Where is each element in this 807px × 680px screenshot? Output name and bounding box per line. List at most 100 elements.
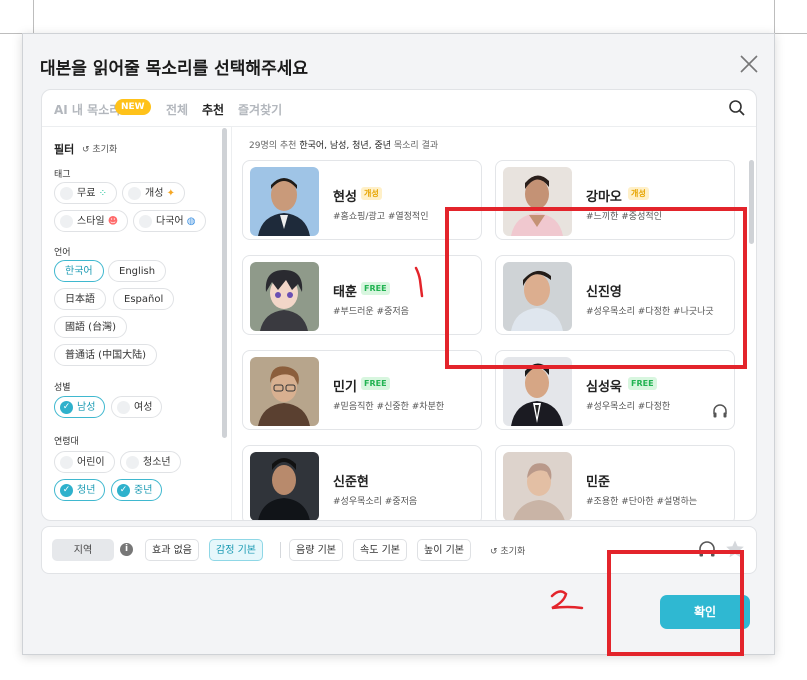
tab-all[interactable]: 전체: [166, 101, 188, 118]
chip-label: 다국어: [156, 216, 184, 227]
tab-bar: AI 내 목소리 NEW 전체 추천 즐겨찾기: [42, 90, 756, 127]
results-summary: 29명의 추천 한국어, 남성, 청년, 중년 목소리 결과: [249, 138, 438, 151]
pitch-button[interactable]: 높이 기본: [417, 539, 471, 561]
voice-name: 심성욱: [586, 380, 622, 395]
voice-name: 현성: [333, 190, 357, 205]
chip-lang-korean[interactable]: 한국어: [54, 260, 104, 282]
results-count: 29명의 추천: [249, 141, 297, 151]
gender-label: 성별: [54, 383, 71, 393]
voice-name: 태훈: [333, 285, 357, 300]
doc-margin-line: [774, 0, 775, 33]
chip-label: 무료: [77, 188, 96, 199]
chip-gender-female[interactable]: 여성: [111, 396, 163, 418]
chip-label: 여성: [134, 402, 153, 413]
voice-badge: FREE: [361, 282, 390, 295]
voice-card[interactable]: 민준 #조용한 #단아한 #설명하는: [495, 445, 735, 520]
smile-icon: ☻: [107, 216, 119, 227]
volume-button[interactable]: 음량 기본: [289, 539, 343, 561]
filter-reset-label: 초기화: [92, 145, 118, 155]
voice-name: 강마오: [586, 190, 622, 205]
chip-lang-mandarin[interactable]: 普通话 (中国大陆): [54, 344, 157, 366]
avatar: [250, 262, 319, 331]
sidebar-scrollbar[interactable]: [222, 128, 227, 438]
chip-label: 개성: [145, 188, 164, 199]
results-scrollbar[interactable]: [749, 160, 754, 244]
chip-tag-style[interactable]: 스타일 ☻: [54, 210, 129, 232]
chip-tag-multilang[interactable]: 다국어 ◍: [133, 210, 206, 232]
chip-label: 스타일: [77, 216, 105, 227]
age-label: 연령대: [54, 437, 79, 447]
avatar: [250, 452, 319, 520]
voice-name: 민기: [333, 380, 357, 395]
controls-reset[interactable]: ↺ 초기화: [490, 544, 525, 557]
voice-name: 민준: [586, 475, 610, 490]
tab-my-voice[interactable]: AI 내 목소리: [54, 101, 120, 118]
voice-tags: #홈쇼핑/광고 #열정적인: [333, 212, 429, 222]
chip-tag-personality[interactable]: 개성 ✦: [122, 182, 185, 204]
voice-tags: #조용한 #단아한 #설명하는: [586, 497, 698, 507]
chip-label: 어린이: [77, 457, 105, 468]
voice-tags: #성우목소리 #중저음: [333, 497, 418, 507]
check-icon: ✓: [60, 401, 73, 414]
chip-label: 청년: [77, 485, 96, 496]
check-icon: ✓: [117, 484, 130, 497]
chip-tag-free[interactable]: 무료 ⁘: [54, 182, 117, 204]
chip-age-young[interactable]: ✓ 청년: [54, 479, 106, 501]
chip-age-child[interactable]: 어린이: [54, 451, 115, 473]
tab-favorites[interactable]: 즐겨찾기: [238, 101, 282, 118]
effect-button[interactable]: 효과 없음: [145, 539, 199, 561]
voice-tags: #믿음직한 #신중한 #차분한: [333, 402, 445, 412]
chip-lang-spanish[interactable]: Español: [113, 288, 175, 310]
filter-sidebar: 필터 ↺ 초기화 태그 무료 ⁘ 개성 ✦ 스타일 ☻ 다국어 ◍ 언어 한국어…: [42, 127, 232, 520]
modal-title: 대본을 읽어줄 목소리를 선택해주세요: [40, 59, 308, 79]
tab-recommended[interactable]: 추천: [202, 101, 224, 118]
emotion-button[interactable]: 감정 기본: [209, 539, 263, 561]
annotation-box-voice: [445, 207, 747, 369]
voice-badge: 개성: [628, 187, 649, 200]
info-icon[interactable]: i: [120, 543, 133, 556]
voice-card[interactable]: 신준현 #성우목소리 #중저음: [242, 445, 482, 520]
chip-label: 남성: [77, 402, 96, 413]
voice-name: 신준현: [333, 475, 369, 490]
chip-age-teen[interactable]: 청소년: [120, 451, 181, 473]
close-icon[interactable]: [739, 54, 759, 74]
voice-tags: #성우목소리 #다정한: [586, 402, 671, 412]
dialect-select[interactable]: 지역: [52, 539, 114, 561]
star-icon: ✦: [166, 188, 175, 199]
speed-button[interactable]: 속도 기본: [353, 539, 407, 561]
chip-label: 중년: [134, 485, 153, 496]
language-label: 언어: [54, 248, 71, 258]
results-suffix: 목소리 결과: [393, 141, 439, 151]
doc-margin-line: [33, 0, 34, 33]
annotation-box-confirm: [607, 550, 744, 656]
voice-badge: 개성: [361, 187, 382, 200]
chip-lang-english[interactable]: English: [108, 260, 167, 282]
search-icon[interactable]: [728, 99, 746, 117]
reset-icon: ↺: [82, 145, 93, 155]
headphones-icon[interactable]: [712, 403, 728, 419]
chip-label: 청소년: [143, 457, 171, 468]
chip-gender-male[interactable]: ✓ 남성: [54, 396, 106, 418]
reset-icon: ↺: [490, 547, 501, 557]
chip-lang-japanese[interactable]: 日本語: [54, 288, 106, 310]
chip-age-middle[interactable]: ✓ 중년: [111, 479, 163, 501]
chip-lang-taiwan[interactable]: 國語 (台灣): [54, 316, 127, 338]
doc-margin-line: [0, 33, 22, 34]
tag-label: 태그: [54, 170, 71, 180]
annotation-scribble-2: [550, 590, 584, 610]
doc-margin-line: [774, 33, 807, 34]
filter-title: 필터: [54, 143, 75, 156]
avatar: [250, 357, 319, 426]
check-icon: ✓: [60, 484, 73, 497]
voice-tags: #부드러운 #중저음: [333, 307, 409, 317]
avatar: [250, 167, 319, 236]
divider: [280, 542, 281, 558]
results-criteria: 한국어, 남성, 청년, 중년: [299, 141, 391, 151]
annotation-scribble-1: [414, 266, 424, 298]
filter-reset[interactable]: ↺ 초기화: [82, 142, 117, 155]
controls-reset-label: 초기화: [500, 547, 526, 557]
new-badge: NEW: [115, 99, 151, 115]
voice-badge: FREE: [628, 377, 657, 390]
voice-badge: FREE: [361, 377, 390, 390]
globe-icon: ◍: [186, 216, 196, 227]
